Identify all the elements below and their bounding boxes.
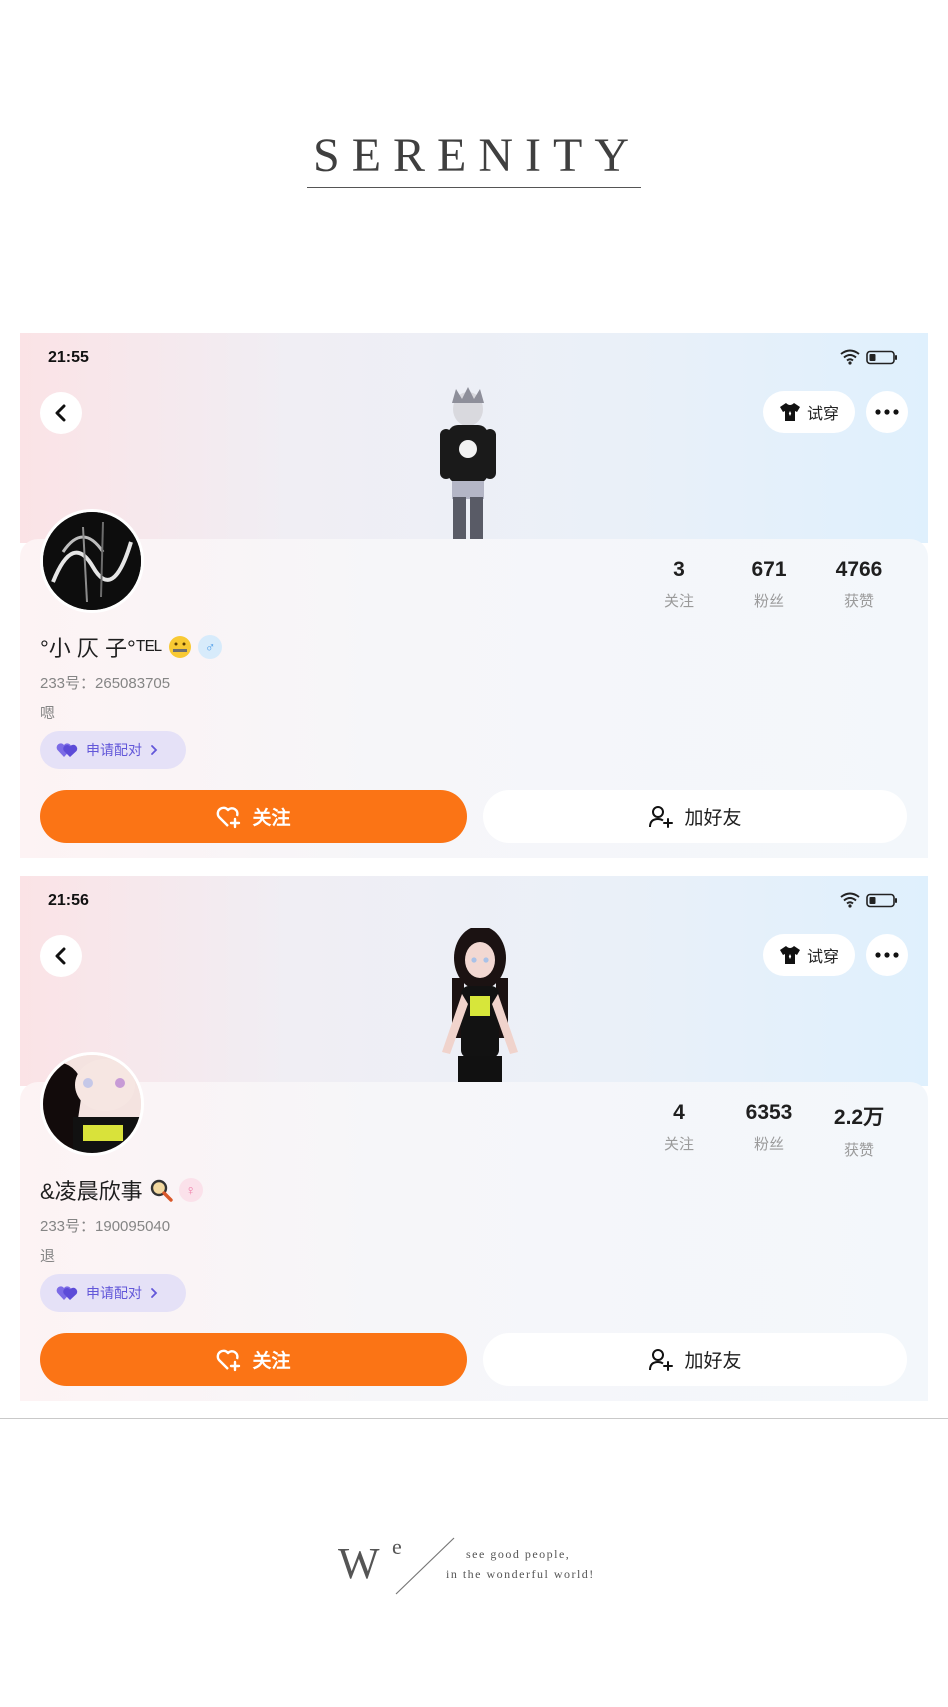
back-button[interactable]	[40, 935, 82, 977]
footer-line-2: in the wonderful world!	[446, 1567, 595, 1581]
add-friend-label: 加好友	[684, 1351, 742, 1372]
shirt-icon	[779, 946, 800, 964]
profile-stats: 3 关注 671 粉丝 4766 获赞	[634, 558, 904, 611]
magnifier-emoji-icon	[150, 1179, 173, 1202]
chevron-right-icon	[151, 1288, 158, 1298]
username: &凌晨欣事	[40, 1179, 143, 1204]
footer-logo: W e see good people, in the wonderful wo…	[338, 1534, 595, 1595]
try-on-button[interactable]: 试穿	[763, 934, 855, 976]
shirt-icon	[779, 403, 800, 421]
stat-value: 6353	[745, 1101, 793, 1124]
stat-followers[interactable]: 6353 粉丝	[724, 1101, 814, 1160]
request-pair-label: 申请配对	[86, 742, 142, 758]
bio: 嗯	[40, 705, 56, 722]
status-time: 21:56	[48, 892, 89, 909]
back-button[interactable]	[40, 392, 82, 434]
stat-value: 4	[673, 1101, 685, 1124]
page-title-banner: SERENITY	[0, 128, 948, 188]
more-button[interactable]	[866, 391, 908, 433]
add-user-icon	[649, 805, 674, 828]
avatar-image	[43, 1055, 141, 1153]
follow-label: 关注	[252, 808, 291, 829]
try-on-label: 试穿	[806, 949, 839, 966]
follow-label: 关注	[252, 1351, 291, 1372]
stat-value: 671	[751, 558, 787, 581]
status-icons	[840, 349, 898, 365]
double-heart-icon	[56, 1286, 78, 1300]
follow-button[interactable]: 关注	[40, 1333, 467, 1386]
request-pair-button[interactable]: 申请配对	[40, 1274, 186, 1312]
more-dots-icon	[875, 409, 899, 415]
stat-value: 2.2万	[833, 1106, 885, 1129]
heart-plus-icon	[217, 806, 241, 828]
add-user-icon	[649, 1348, 674, 1371]
stat-following[interactable]: 3 关注	[634, 558, 724, 611]
add-friend-button[interactable]: 加好友	[483, 1333, 907, 1386]
wifi-icon	[840, 349, 860, 365]
avatar-3d-figure	[440, 387, 496, 543]
stat-following[interactable]: 4 关注	[634, 1101, 724, 1160]
chevron-right-icon	[151, 745, 158, 755]
avatar[interactable]	[40, 1052, 144, 1156]
avatar[interactable]	[40, 509, 144, 613]
account-id: 233号：190095040	[40, 1218, 171, 1235]
battery-icon	[866, 893, 897, 907]
page-title: SERENITY	[307, 128, 641, 188]
zipper-mouth-emoji-icon	[169, 636, 192, 658]
back-arrow-icon	[55, 947, 66, 965]
profile-card: 21:55 试穿 3 关注 671 粉丝 4766 获赞 °小 仄 子°ᵀᴱᴸ …	[20, 333, 928, 858]
try-on-label: 试穿	[806, 406, 839, 423]
bio: 退	[40, 1248, 56, 1265]
more-button[interactable]	[866, 934, 908, 976]
stat-followers[interactable]: 671 粉丝	[724, 558, 814, 611]
stat-likes[interactable]: 2.2万 获赞	[814, 1101, 904, 1160]
stat-likes[interactable]: 4766 获赞	[814, 558, 904, 611]
back-arrow-icon	[55, 404, 66, 422]
stat-label: 关注	[663, 1136, 694, 1153]
section-divider	[0, 1418, 948, 1419]
footer-line-1: see good people,	[466, 1547, 570, 1561]
stat-value: 4766	[835, 558, 883, 581]
stat-label: 关注	[663, 593, 694, 610]
stat-label: 获赞	[843, 1142, 874, 1159]
username-row: &凌晨欣事 ♀	[40, 1174, 203, 1206]
stat-value: 3	[673, 558, 685, 581]
username: °小 仄 子°ᵀᴱᴸ	[40, 636, 163, 661]
profile-stats: 4 关注 6353 粉丝 2.2万 获赞	[634, 1101, 904, 1160]
account-id: 233号：265083705	[40, 675, 171, 692]
stat-label: 粉丝	[753, 593, 784, 610]
stat-label: 粉丝	[753, 1136, 784, 1153]
request-pair-label: 申请配对	[86, 1285, 142, 1301]
request-pair-button[interactable]: 申请配对	[40, 731, 186, 769]
heart-plus-icon	[217, 1349, 241, 1371]
gender-female-icon: ♀	[178, 1178, 203, 1202]
add-friend-button[interactable]: 加好友	[483, 790, 907, 843]
footer-letter-w: W	[338, 1539, 380, 1588]
add-friend-label: 加好友	[684, 808, 742, 829]
double-heart-icon	[56, 743, 78, 757]
stat-label: 获赞	[843, 593, 874, 610]
battery-icon	[866, 350, 897, 364]
avatar-3d-figure	[442, 928, 518, 1088]
status-icons	[840, 892, 898, 908]
profile-card: 21:56 试穿 4 关注 6353 粉丝 2.2万 获赞 &凌晨欣事 ♀ 23…	[20, 876, 928, 1401]
username-row: °小 仄 子°ᵀᴱᴸ ♂	[40, 631, 223, 663]
footer-letter-e: e	[392, 1534, 402, 1559]
status-time: 21:55	[48, 349, 89, 366]
more-dots-icon	[875, 952, 899, 958]
wifi-icon	[840, 892, 860, 908]
gender-male-icon: ♂	[198, 635, 223, 659]
follow-button[interactable]: 关注	[40, 790, 467, 843]
avatar-image	[43, 512, 141, 610]
try-on-button[interactable]: 试穿	[763, 391, 855, 433]
